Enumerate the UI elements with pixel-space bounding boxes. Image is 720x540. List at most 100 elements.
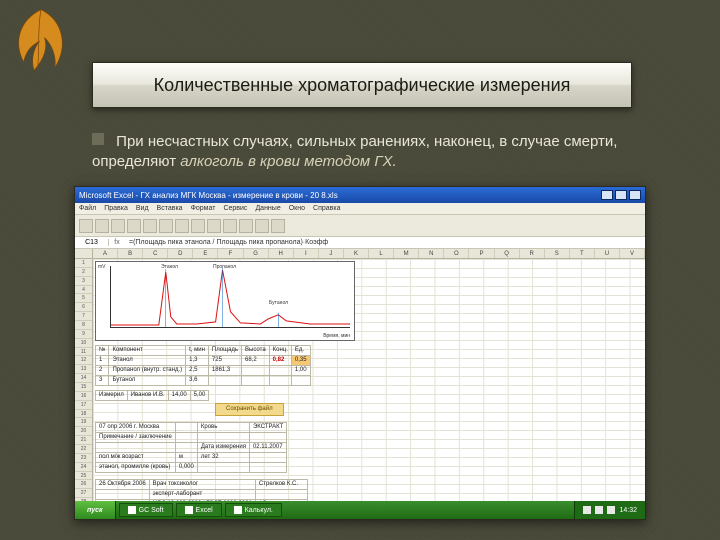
fx-icon[interactable]: fx (109, 239, 125, 246)
cut-icon[interactable] (143, 219, 157, 233)
menu-item[interactable]: Вид (136, 205, 149, 212)
name-box[interactable]: C13 (75, 239, 109, 246)
row-header[interactable]: 3 (75, 277, 92, 286)
menu-item[interactable]: Вставка (157, 205, 183, 212)
embedded-chromatogram-chart[interactable]: Этанол Пропанол Бутанол mV Время, мин (95, 261, 355, 341)
spreadsheet-cells[interactable]: Этанол Пропанол Бутанол mV Время, мин №К… (93, 259, 645, 507)
row-header[interactable]: 12 (75, 356, 92, 365)
system-tray[interactable]: 14:32 (574, 501, 645, 519)
col-header[interactable]: S (545, 249, 570, 258)
col-header[interactable]: D (168, 249, 193, 258)
sum-icon[interactable] (223, 219, 237, 233)
taskbar-item[interactable]: Калькул. (225, 503, 282, 517)
row-header[interactable]: 13 (75, 365, 92, 374)
tray-icon[interactable] (595, 506, 603, 514)
col-header[interactable]: R (520, 249, 545, 258)
col-header[interactable]: Q (495, 249, 520, 258)
col-header[interactable]: N (419, 249, 444, 258)
row-header[interactable]: 6 (75, 303, 92, 312)
windows-taskbar: пуск GC Soft Excel Калькул. 14:32 (75, 501, 645, 519)
col-header[interactable]: E (193, 249, 218, 258)
copy-icon[interactable] (159, 219, 173, 233)
row-header[interactable]: 14 (75, 374, 92, 383)
app-icon (128, 506, 136, 514)
formula-input[interactable]: =(Площадь пика этанола / Площадь пика пр… (125, 239, 645, 246)
col-header[interactable]: F (218, 249, 243, 258)
sort-icon[interactable] (239, 219, 253, 233)
menu-item[interactable]: Правка (104, 205, 128, 212)
col-header[interactable]: V (620, 249, 645, 258)
row-header[interactable]: 5 (75, 294, 92, 303)
bullet-icon (92, 133, 104, 145)
row-header[interactable]: 7 (75, 312, 92, 321)
menu-item[interactable]: Файл (79, 205, 96, 212)
row-header[interactable]: 20 (75, 427, 92, 436)
table-row: №Компонентt, мин ПлощадьВысотаКонц.Ед. (96, 346, 311, 356)
tray-icon[interactable] (607, 506, 615, 514)
new-icon[interactable] (79, 219, 93, 233)
col-header[interactable]: H (269, 249, 294, 258)
column-headers: A B C D E F G H I J K L M N O P Q R S T … (75, 249, 645, 259)
excel-window: Microsoft Excel - ГХ анализ МГК Москва -… (74, 186, 646, 520)
col-header[interactable]: K (344, 249, 369, 258)
maximize-button[interactable] (615, 190, 627, 200)
col-header[interactable]: P (469, 249, 494, 258)
col-header[interactable]: J (319, 249, 344, 258)
col-header[interactable]: M (394, 249, 419, 258)
open-icon[interactable] (95, 219, 109, 233)
taskbar-item[interactable]: GC Soft (119, 503, 173, 517)
col-header[interactable]: U (595, 249, 620, 258)
col-header[interactable]: B (118, 249, 143, 258)
minimize-button[interactable] (601, 190, 613, 200)
save-file-button[interactable]: Сохранить файл (215, 403, 284, 416)
row-header[interactable]: 21 (75, 436, 92, 445)
row-header[interactable]: 18 (75, 410, 92, 419)
col-header[interactable]: G (244, 249, 269, 258)
close-button[interactable] (629, 190, 641, 200)
window-title: Microsoft Excel - ГХ анализ МГК Москва -… (79, 191, 601, 200)
print-icon[interactable] (127, 219, 141, 233)
row-header[interactable]: 27 (75, 489, 92, 498)
select-all-corner[interactable] (75, 249, 93, 258)
start-button[interactable]: пуск (75, 501, 116, 519)
col-header[interactable]: A (93, 249, 118, 258)
row-header[interactable]: 19 (75, 418, 92, 427)
menu-item[interactable]: Окно (289, 205, 305, 212)
row-header[interactable]: 22 (75, 445, 92, 454)
paste-icon[interactable] (175, 219, 189, 233)
row-header[interactable]: 9 (75, 330, 92, 339)
col-header[interactable]: L (369, 249, 394, 258)
chart-icon[interactable] (255, 219, 269, 233)
app-icon (234, 506, 242, 514)
row-header[interactable]: 24 (75, 463, 92, 472)
row-header[interactable]: 15 (75, 383, 92, 392)
menu-item[interactable]: Справка (313, 205, 340, 212)
col-header[interactable]: T (570, 249, 595, 258)
col-header[interactable]: C (143, 249, 168, 258)
menu-item[interactable]: Данные (255, 205, 280, 212)
row-header[interactable]: 16 (75, 392, 92, 401)
col-header[interactable]: O (444, 249, 469, 258)
window-titlebar[interactable]: Microsoft Excel - ГХ анализ МГК Москва -… (75, 187, 645, 203)
taskbar-item[interactable]: Excel (176, 503, 222, 517)
menu-item[interactable]: Сервис (223, 205, 247, 212)
zoom-icon[interactable] (271, 219, 285, 233)
row-header[interactable]: 2 (75, 268, 92, 277)
leaf-decoration (6, 6, 76, 76)
row-header[interactable]: 23 (75, 454, 92, 463)
row-header[interactable]: 8 (75, 321, 92, 330)
row-header[interactable]: 1 (75, 259, 92, 268)
row-header[interactable]: 11 (75, 348, 92, 357)
menu-item[interactable]: Формат (191, 205, 216, 212)
row-header[interactable]: 10 (75, 339, 92, 348)
save-icon[interactable] (111, 219, 125, 233)
redo-icon[interactable] (207, 219, 221, 233)
tray-icon[interactable] (583, 506, 591, 514)
row-header[interactable]: 17 (75, 401, 92, 410)
row-header[interactable]: 25 (75, 472, 92, 481)
table-row: 1Этанол1,3 72568,2 0,82 0,35 (96, 356, 311, 366)
undo-icon[interactable] (191, 219, 205, 233)
col-header[interactable]: I (294, 249, 319, 258)
row-header[interactable]: 4 (75, 286, 92, 295)
row-header[interactable]: 26 (75, 480, 92, 489)
